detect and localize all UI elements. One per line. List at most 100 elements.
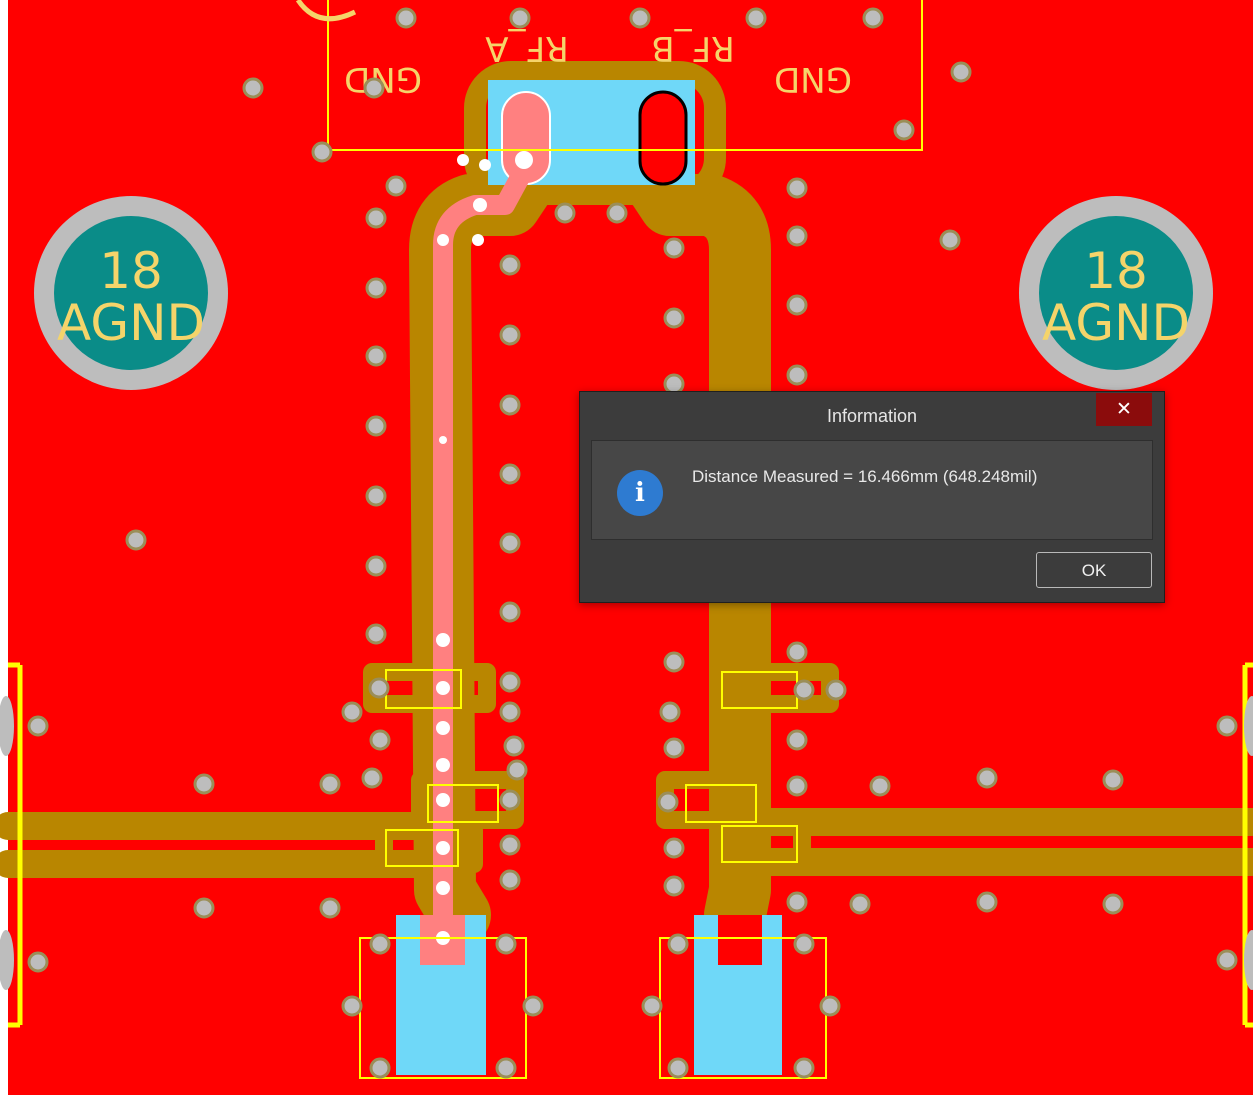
via xyxy=(1102,893,1124,915)
rf-b-pad xyxy=(638,90,688,186)
via xyxy=(793,1057,815,1079)
via xyxy=(499,834,521,856)
via xyxy=(499,254,521,276)
via xyxy=(667,1057,689,1079)
via xyxy=(950,61,972,83)
via xyxy=(495,933,517,955)
via xyxy=(369,1057,391,1079)
via xyxy=(365,207,387,229)
via xyxy=(363,77,385,99)
via xyxy=(369,729,391,751)
via xyxy=(793,933,815,955)
via xyxy=(1216,715,1238,737)
via xyxy=(365,345,387,367)
via xyxy=(499,671,521,693)
ok-button[interactable]: OK xyxy=(1036,552,1152,588)
close-icon[interactable]: ✕ xyxy=(1096,393,1152,426)
via xyxy=(825,679,847,701)
via xyxy=(368,677,390,699)
via xyxy=(319,773,341,795)
via xyxy=(869,775,891,797)
via xyxy=(663,651,685,673)
via xyxy=(499,869,521,891)
via xyxy=(786,225,808,247)
via xyxy=(495,1057,517,1079)
via xyxy=(849,893,871,915)
via xyxy=(939,229,961,251)
ground-pad-net-number: 18 xyxy=(1084,242,1148,300)
via xyxy=(365,623,387,645)
via xyxy=(976,767,998,789)
ground-pad-right[interactable]: 18 AGND xyxy=(1019,196,1213,390)
via xyxy=(499,601,521,623)
via xyxy=(499,532,521,554)
ground-pad-net-name: AGND xyxy=(57,294,205,352)
via xyxy=(663,237,685,259)
via xyxy=(606,202,628,224)
via xyxy=(663,875,685,897)
info-icon: i xyxy=(617,470,663,516)
via xyxy=(786,729,808,751)
via xyxy=(361,767,383,789)
via xyxy=(499,701,521,723)
via xyxy=(509,7,531,29)
via xyxy=(786,294,808,316)
ground-pad-left[interactable]: 18 AGND xyxy=(34,196,228,390)
via xyxy=(1102,769,1124,791)
dialog-message: Distance Measured = 16.466mm (648.248mil… xyxy=(692,467,1038,486)
via xyxy=(506,759,528,781)
gnd-right-label: GND xyxy=(774,59,852,99)
dialog-body: i Distance Measured = 16.466mm (648.248m… xyxy=(591,440,1153,540)
via xyxy=(976,891,998,913)
via xyxy=(629,7,651,29)
via xyxy=(365,555,387,577)
ground-pad-net-number: 18 xyxy=(99,242,163,300)
via xyxy=(27,951,49,973)
via xyxy=(341,995,363,1017)
dialog-title: Information xyxy=(826,406,918,426)
via xyxy=(369,933,391,955)
via xyxy=(499,324,521,346)
via xyxy=(319,897,341,919)
rf-b-label: RF_B xyxy=(651,28,735,68)
via xyxy=(745,7,767,29)
via xyxy=(659,701,681,723)
via xyxy=(242,77,264,99)
via xyxy=(786,364,808,386)
via xyxy=(522,995,544,1017)
via xyxy=(1216,949,1238,971)
rf-a-label: RF_A xyxy=(485,28,568,68)
via xyxy=(793,679,815,701)
via xyxy=(499,463,521,485)
via xyxy=(27,715,49,737)
via xyxy=(341,701,363,723)
via xyxy=(663,837,685,859)
via xyxy=(395,7,417,29)
via xyxy=(193,897,215,919)
via xyxy=(499,394,521,416)
via xyxy=(365,277,387,299)
via xyxy=(385,175,407,197)
via xyxy=(667,933,689,955)
via xyxy=(786,641,808,663)
via xyxy=(365,485,387,507)
via xyxy=(657,791,679,813)
information-dialog: Information ✕ i Distance Measured = 16.4… xyxy=(579,391,1165,603)
via xyxy=(786,775,808,797)
via xyxy=(193,773,215,795)
ground-pad-net-name: AGND xyxy=(1042,294,1190,352)
via xyxy=(554,202,576,224)
via xyxy=(893,119,915,141)
via xyxy=(819,995,841,1017)
via xyxy=(786,891,808,913)
via xyxy=(862,7,884,29)
via xyxy=(125,529,147,551)
via xyxy=(663,737,685,759)
via xyxy=(311,141,333,163)
via xyxy=(786,177,808,199)
via xyxy=(499,789,521,811)
via xyxy=(641,995,663,1017)
via xyxy=(663,307,685,329)
via xyxy=(365,415,387,437)
via xyxy=(503,735,525,757)
